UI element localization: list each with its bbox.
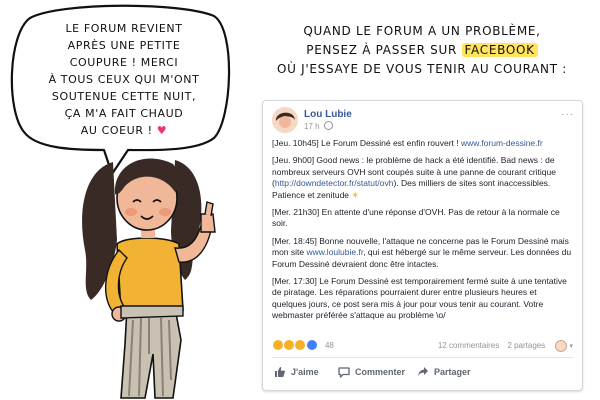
post-actions: J'aime Commenter Partager [272, 362, 572, 382]
post-stats: 12 commentaires 2 partages ▾ [438, 340, 573, 352]
bubble-line: À TOUS CEUX QUI M'ONT [48, 73, 200, 86]
more-options-icon[interactable]: ··· [561, 109, 574, 120]
comments-count[interactable]: 12 commentaires [438, 341, 499, 350]
facebook-highlight: FACEBOOK [461, 43, 538, 57]
bubble-line: LE FORUM REVIENT [65, 22, 183, 35]
character-illustration [82, 158, 216, 399]
sad-reaction-icon [272, 339, 284, 351]
share-icon [418, 367, 428, 377]
post-entry: [Jeu. 10h45] Le Forum Dessiné est enfin … [272, 138, 572, 149]
share-label: Partager [434, 367, 471, 377]
headline-line-2-text: PENSEZ À PASSER SUR [306, 43, 462, 57]
link-forum-dessine[interactable]: www.forum-dessine.fr [461, 138, 543, 148]
headline-line-2: PENSEZ À PASSER SUR FACEBOOK [262, 41, 582, 60]
heart-icon: ♥ [156, 124, 168, 137]
entry-text: [Mer. 17:30] Le Forum Dessiné est tempor… [272, 276, 567, 321]
like-label: J'aime [291, 367, 319, 377]
headline-line-1: QUAND LE FORUM A UN PROBLÈME, [303, 24, 541, 38]
post-time[interactable]: 17 h [304, 122, 320, 131]
divider [272, 357, 573, 358]
post-entry: [Mer. 18:45] Bonne nouvelle, l'attaque n… [272, 236, 572, 270]
bubble-line: ÇA M'A FAIT CHAUD [64, 107, 184, 120]
bubble-line: AU COEUR ! [80, 124, 153, 137]
bubble-line: APRÈS UNE PETITE [67, 39, 181, 52]
like-reaction-icon [305, 339, 318, 351]
wow-reaction-icon [294, 339, 307, 351]
post-entry: [Mer. 21h30] En attente d'une réponse d'… [272, 207, 572, 230]
avatar[interactable] [272, 107, 298, 133]
chevron-down-icon[interactable]: ▾ [569, 342, 573, 350]
post-meta: 17 h [304, 121, 333, 131]
link-downdetector[interactable]: http://downdetector.fr/statut/ovh [275, 178, 394, 188]
avatar-image [272, 107, 298, 133]
entry-text: [Mer. 21h30] En attente d'une réponse d'… [272, 207, 560, 229]
facebook-post-card: Lou Lubie 17 h ··· [Jeu. 10h45] Le Forum… [262, 100, 583, 391]
globe-icon [323, 121, 333, 131]
bubble-line-last: AU COEUR ! ♥ [40, 122, 208, 139]
post-body: [Jeu. 10h45] Le Forum Dessiné est enfin … [272, 138, 572, 328]
share-button[interactable]: Partager [417, 362, 471, 382]
reactions-summary[interactable]: 48 [272, 339, 334, 353]
haha-reaction-icon [283, 339, 296, 351]
headline: QUAND LE FORUM A UN PROBLÈME, PENSEZ À P… [262, 22, 582, 79]
post-entry: [Jeu. 9h00] Good news : le problème de h… [272, 155, 572, 201]
reaction-count: 48 [324, 340, 334, 350]
comment-button[interactable]: Commenter [338, 362, 405, 382]
headline-line-3: OÙ J'ESSAYE DE VOUS TENIR AU COURANT : [276, 62, 568, 76]
link-loulubie[interactable]: www.loulubie.fr [307, 247, 364, 257]
viewer-avatar[interactable] [555, 340, 568, 352]
author-name[interactable]: Lou Lubie [304, 109, 352, 120]
shares-count[interactable]: 2 partages [507, 341, 545, 350]
comment-label: Commenter [355, 367, 406, 377]
comment-icon [338, 367, 350, 378]
post-entry: [Mer. 17:30] Le Forum Dessiné est tempor… [272, 276, 572, 322]
entry-text: [Jeu. 10h45] Le Forum Dessiné est enfin … [272, 138, 461, 148]
speech-bubble-text: LE FORUM REVIENT APRÈS UNE PETITE COUPUR… [40, 20, 208, 139]
sun-icon: ☀ [351, 189, 360, 200]
like-button[interactable]: J'aime [274, 362, 319, 382]
bubble-line: SOUTENUE CETTE NUIT, [51, 90, 197, 103]
separator [502, 341, 504, 350]
bubble-line: COUPURE ! MERCI [69, 56, 179, 69]
thumbs-up-icon [275, 367, 285, 377]
